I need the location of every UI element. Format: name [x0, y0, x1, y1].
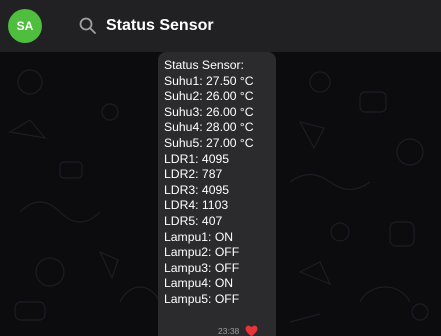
message-line: LDR1: 4095 — [164, 151, 230, 166]
message-bubble[interactable]: Status Sensor: Suhu1: 27.50 °C Suhu2: 26… — [158, 52, 276, 336]
chat-header: SA Status Sensor — [0, 0, 441, 52]
message-line: Suhu3: 26.00 °C — [164, 104, 254, 119]
message-line: Lampu2: OFF — [164, 245, 240, 260]
message-line: LDR3: 4095 — [164, 182, 230, 197]
heart-icon[interactable] — [245, 325, 258, 336]
message-line: Status Sensor: — [164, 58, 244, 72]
message-timestamp: 23:38 — [218, 326, 240, 336]
message-line: Suhu4: 28.00 °C — [164, 120, 254, 135]
message-line: Suhu5: 27.00 °C — [164, 135, 254, 150]
message-meta: 23:38 — [218, 325, 258, 336]
message-line: Suhu2: 26.00 °C — [164, 89, 254, 104]
message-line: Lampu3: OFF — [164, 260, 240, 275]
message-line: Lampu1: ON — [164, 229, 234, 244]
avatar[interactable]: SA — [8, 9, 42, 43]
message-line: Suhu1: 27.50 °C — [164, 73, 254, 88]
message-line: LDR5: 407 — [164, 213, 223, 228]
message-line: Lampu5: OFF — [164, 291, 240, 306]
message-line: LDR2: 787 — [164, 167, 223, 182]
search-icon[interactable] — [78, 16, 98, 36]
message-line: Lampu4: ON — [164, 276, 234, 291]
message-line: LDR4: 1103 — [164, 198, 229, 213]
search-input[interactable]: Status Sensor — [106, 16, 214, 36]
